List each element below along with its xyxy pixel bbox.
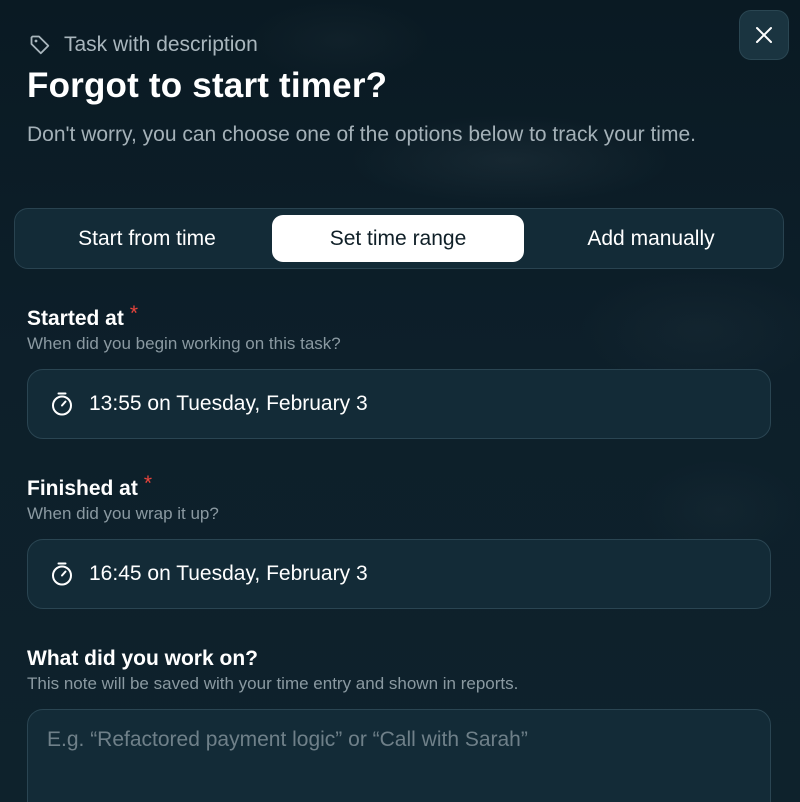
required-marker: * bbox=[129, 302, 139, 325]
finished-at-help: When did you wrap it up? bbox=[27, 504, 219, 523]
started-at-value: 13:55 on Tuesday, February 3 bbox=[89, 392, 368, 415]
tag-icon bbox=[30, 35, 50, 55]
task-name: Task with description bbox=[64, 33, 258, 56]
tab-set-time-range[interactable]: Set time range bbox=[272, 215, 524, 262]
stopwatch-icon bbox=[52, 562, 72, 586]
stopwatch-icon bbox=[52, 392, 72, 416]
started-at-help: When did you begin working on this task? bbox=[27, 334, 341, 353]
close-button[interactable] bbox=[739, 10, 789, 60]
note-textarea[interactable] bbox=[27, 709, 771, 802]
tab-add-manually[interactable]: Add manually bbox=[525, 215, 777, 262]
started-at-label: Started at * bbox=[27, 302, 138, 331]
finished-at-label-text: Finished at bbox=[27, 477, 138, 500]
finished-at-label: Finished at * bbox=[27, 472, 152, 501]
started-at-label-text: Started at bbox=[27, 307, 124, 330]
task-indicator: Task with description bbox=[28, 32, 258, 58]
mode-tabs: Start from time Set time range Add manua… bbox=[14, 208, 784, 269]
finished-at-value: 16:45 on Tuesday, February 3 bbox=[89, 562, 368, 585]
dialog-subtitle: Don't worry, you can choose one of the o… bbox=[27, 123, 696, 146]
close-icon bbox=[756, 27, 772, 43]
required-marker: * bbox=[143, 472, 153, 495]
note-label: What did you work on? bbox=[27, 647, 258, 670]
tab-start-from-time[interactable]: Start from time bbox=[21, 215, 273, 262]
note-help: This note will be saved with your time e… bbox=[27, 674, 519, 693]
finished-at-field[interactable]: 16:45 on Tuesday, February 3 bbox=[27, 539, 771, 609]
dialog-title: Forgot to start timer? bbox=[27, 66, 388, 105]
started-at-field[interactable]: 13:55 on Tuesday, February 3 bbox=[27, 369, 771, 439]
